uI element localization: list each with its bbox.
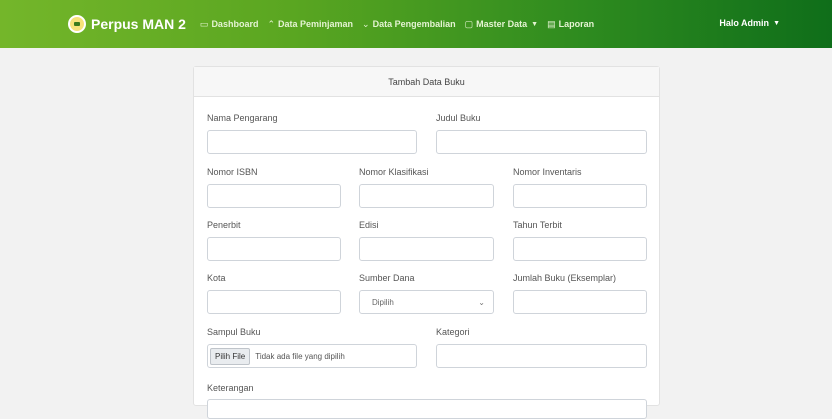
nomor-isbn-label: Nomor ISBN: [207, 167, 258, 177]
kategori-label: Kategori: [436, 327, 470, 337]
brand-name: Perpus MAN 2: [91, 16, 186, 32]
top-navbar: Perpus MAN 2 ▭ Dashboard ⌃ Data Peminjam…: [0, 0, 832, 48]
nav-master-data-label: Master Data: [476, 19, 528, 29]
judul-buku-input[interactable]: [436, 130, 647, 154]
nav-data-pengembalian[interactable]: ⌄ Data Pengembalian: [362, 19, 456, 30]
sumber-dana-select[interactable]: Dipilih ⌄: [359, 290, 494, 314]
sumber-dana-selected: Dipilih: [372, 297, 394, 307]
keterangan-label: Keterangan: [207, 383, 254, 393]
nav-master-data[interactable]: ▢ Master Data ▼: [465, 19, 538, 30]
add-book-card: Tambah Data Buku Nama Pengarang Judul Bu…: [193, 66, 660, 419]
card-title: Tambah Data Buku: [388, 76, 465, 87]
file-status-text: Tidak ada file yang dipilih: [255, 351, 345, 361]
card-header: Tambah Data Buku: [194, 67, 659, 97]
nomor-isbn-input[interactable]: [207, 184, 341, 208]
caret-down-icon: ▼: [531, 20, 539, 28]
document-icon: ▤: [547, 18, 556, 29]
penerbit-input[interactable]: [207, 237, 341, 261]
sampul-buku-label: Sampul Buku: [207, 327, 261, 337]
folder-icon: ▢: [464, 18, 474, 29]
jumlah-buku-input[interactable]: [513, 290, 647, 314]
arrow-up-icon: ⌃: [267, 18, 275, 29]
kategori-input[interactable]: [436, 344, 647, 368]
keterangan-textarea[interactable]: [207, 399, 647, 419]
edisi-label: Edisi: [359, 220, 379, 230]
chevron-down-icon: ⌄: [478, 297, 485, 307]
sampul-buku-file-input[interactable]: Pilih File Tidak ada file yang dipilih: [207, 344, 417, 368]
nav-data-pengembalian-label: Data Pengembalian: [372, 19, 456, 29]
nav-laporan[interactable]: ▤ Laporan: [547, 19, 594, 30]
user-menu[interactable]: Halo Admin ▼: [719, 18, 780, 28]
monitor-icon: ▭: [199, 18, 209, 29]
penerbit-label: Penerbit: [207, 220, 241, 230]
nav-data-peminjaman-label: Data Peminjaman: [278, 19, 354, 29]
caret-down-icon: ▼: [773, 19, 780, 27]
nav-data-peminjaman[interactable]: ⌃ Data Peminjaman: [267, 19, 353, 30]
nama-pengarang-input[interactable]: [207, 130, 417, 154]
nav-dashboard-label: Dashboard: [211, 19, 259, 29]
tahun-terbit-label: Tahun Terbit: [513, 220, 562, 230]
kota-label: Kota: [207, 273, 226, 283]
arrow-down-icon: ⌄: [362, 18, 370, 29]
nomor-inventaris-label: Nomor Inventaris: [513, 167, 582, 177]
brand[interactable]: Perpus MAN 2: [68, 15, 186, 33]
brand-logo-icon: [68, 15, 86, 33]
judul-buku-label: Judul Buku: [436, 113, 481, 123]
nomor-klasifikasi-input[interactable]: [359, 184, 494, 208]
sumber-dana-label: Sumber Dana: [359, 273, 415, 283]
jumlah-buku-label: Jumlah Buku (Eksemplar): [513, 273, 617, 283]
nomor-klasifikasi-label: Nomor Klasifikasi: [359, 167, 429, 177]
kota-input[interactable]: [207, 290, 341, 314]
nomor-inventaris-input[interactable]: [513, 184, 647, 208]
choose-file-button[interactable]: Pilih File: [210, 347, 251, 365]
edisi-input[interactable]: [359, 237, 494, 261]
user-greeting: Halo Admin: [719, 18, 770, 28]
nav-laporan-label: Laporan: [558, 19, 595, 29]
nav-dashboard[interactable]: ▭ Dashboard: [200, 19, 259, 30]
nama-pengarang-label: Nama Pengarang: [207, 113, 278, 123]
tahun-terbit-input[interactable]: [513, 237, 647, 261]
